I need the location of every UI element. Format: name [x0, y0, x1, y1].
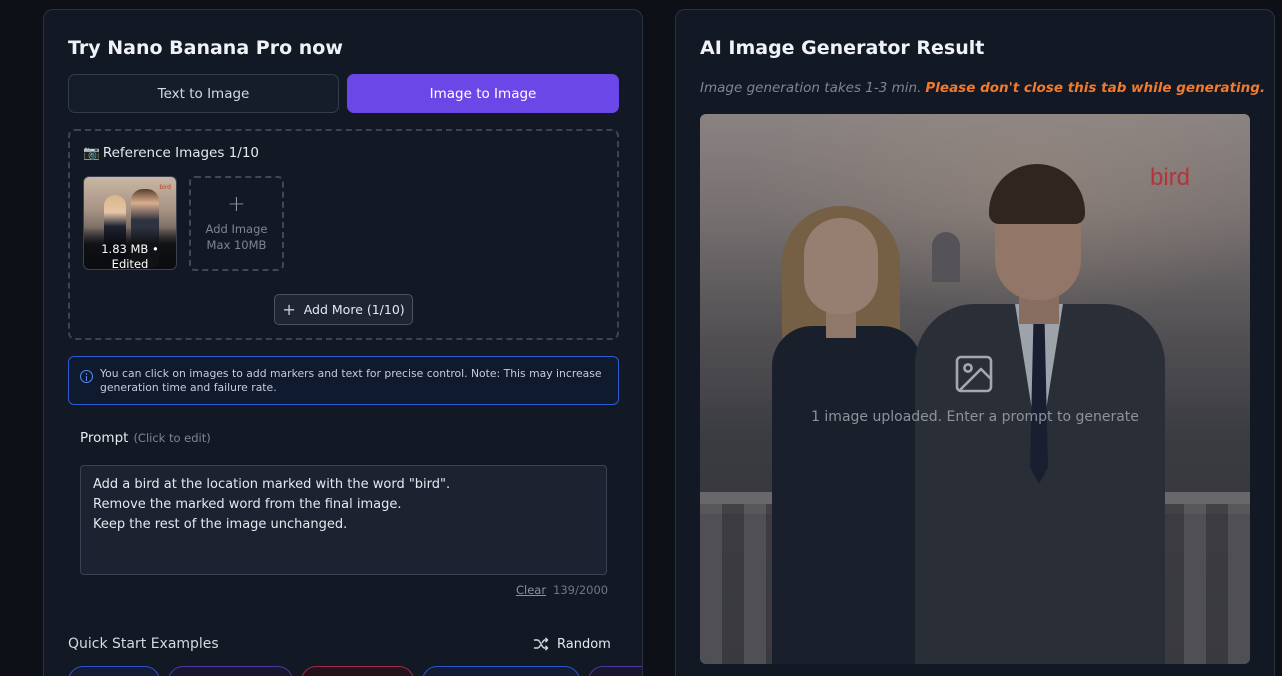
add-more-button[interactable]: + Add More (1/10): [274, 294, 413, 325]
shuffle-icon: [533, 637, 549, 651]
image-placeholder-icon: [955, 355, 993, 393]
thumbnail-status: Edited: [111, 257, 149, 270]
example-chip[interactable]: [68, 666, 160, 676]
thumbnail-file-size: 1.83 MB •: [101, 242, 159, 256]
add-image-label: Add Image: [205, 222, 268, 236]
thumbnail-marker-text: bird: [159, 184, 171, 191]
reference-images-label: Reference Images 1/10: [102, 145, 260, 161]
add-image-limit: Max 10MB: [206, 238, 267, 252]
clear-prompt-link[interactable]: Clear: [516, 583, 546, 597]
reference-images-dropzone[interactable]: 📷 Reference Images 1/10 bird 1.83 MB • Ed…: [68, 129, 619, 340]
result-panel: AI Image Generator Result Image generati…: [675, 9, 1275, 676]
marker-text: bird: [1149, 164, 1190, 191]
info-notice-text: You can click on images to add markers a…: [100, 367, 602, 394]
prompt-title: Prompt: [80, 430, 129, 446]
result-image-preview[interactable]: bird 1 image uploaded. Enter a prompt to…: [700, 114, 1250, 664]
random-button[interactable]: Random: [533, 636, 611, 652]
thumbnail-caption: 1.83 MB • Edited: [84, 227, 176, 269]
random-label: Random: [557, 636, 611, 652]
tab-image-to-image[interactable]: Image to Image: [347, 74, 619, 113]
result-title: AI Image Generator Result: [700, 37, 985, 59]
plus-icon: +: [282, 299, 296, 319]
character-counter: 139/2000: [553, 583, 609, 597]
example-chip[interactable]: [301, 666, 414, 676]
result-status-text: 1 image uploaded. Enter a prompt to gene…: [811, 409, 1139, 425]
prompt-label: Prompt (Click to edit): [80, 430, 211, 446]
prompt-hint: (Click to edit): [133, 431, 211, 445]
quick-start-title: Quick Start Examples: [68, 636, 219, 652]
info-icon: [80, 370, 93, 383]
generation-time-note: Image generation takes 1-3 min.: [700, 80, 922, 96]
generation-note: Image generation takes 1-3 min. Please do…: [700, 80, 1265, 96]
info-notice: You can click on images to add markers a…: [68, 356, 619, 405]
generator-panel: Try Nano Banana Pro now Text to Image Im…: [43, 9, 643, 676]
add-image-button[interactable]: + Add Image Max 10MB: [189, 176, 284, 271]
prompt-textarea[interactable]: Add a bird at the location marked with t…: [80, 465, 607, 575]
tab-text-to-image[interactable]: Text to Image: [68, 74, 339, 113]
add-more-label: Add More (1/10): [303, 302, 405, 317]
camera-icon: 📷: [83, 145, 100, 161]
mode-tabs: Text to Image Image to Image: [68, 74, 619, 113]
generation-warning: Please don't close this tab while genera…: [925, 80, 1266, 96]
plus-icon: +: [227, 192, 246, 217]
example-chip[interactable]: [422, 666, 580, 676]
panel-title: Try Nano Banana Pro now: [68, 37, 343, 59]
reference-image-thumbnail[interactable]: bird 1.83 MB • Edited: [83, 176, 177, 270]
reference-images-title: 📷 Reference Images 1/10: [83, 145, 259, 161]
example-chip[interactable]: [588, 666, 642, 676]
example-chip[interactable]: [168, 666, 293, 676]
